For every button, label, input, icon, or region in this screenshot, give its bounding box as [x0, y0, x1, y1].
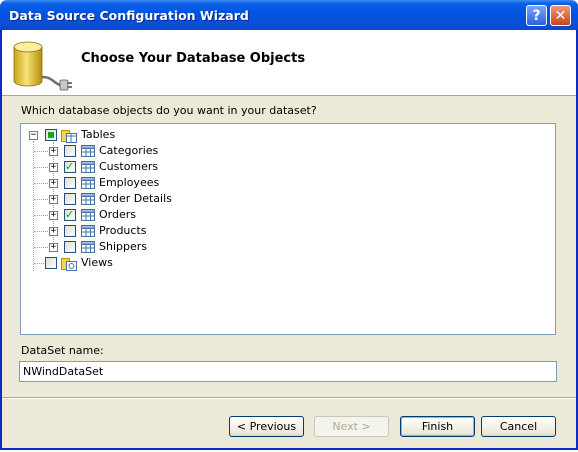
next-button[interactable]: Next >: [314, 416, 389, 437]
tree-node-tables[interactable]: − Tables: [21, 127, 321, 143]
close-button[interactable]: ✕: [550, 5, 571, 26]
expand-icon[interactable]: +: [49, 179, 58, 188]
title-bar[interactable]: Data Source Configuration Wizard ? ✕: [0, 0, 578, 30]
tree-node-label: Customers: [99, 160, 159, 173]
tree-node-table[interactable]: + Shippers: [21, 239, 321, 255]
table-icon: [81, 161, 95, 173]
database-objects-tree[interactable]: − Tables + Categories + ✓ Customers + Em…: [20, 123, 556, 335]
window-title: Data Source Configuration Wizard: [9, 8, 249, 23]
button-separator: [2, 397, 576, 399]
help-button[interactable]: ?: [526, 5, 547, 26]
expand-icon[interactable]: +: [49, 163, 58, 172]
wizard-header: Choose Your Database Objects: [2, 30, 576, 96]
tables-checkbox[interactable]: [45, 129, 57, 141]
table-checkbox[interactable]: [64, 193, 76, 205]
dataset-name-label: DataSet name:: [21, 344, 104, 357]
tree-node-label: Tables: [81, 128, 116, 141]
views-checkbox[interactable]: [45, 257, 57, 269]
table-icon: [81, 145, 95, 157]
expand-icon[interactable]: +: [49, 147, 58, 156]
page-title: Choose Your Database Objects: [81, 51, 306, 66]
tree-node-table[interactable]: + Order Details: [21, 191, 321, 207]
tree-node-table[interactable]: + Orders: [21, 207, 321, 223]
table-icon: [81, 177, 95, 189]
tables-folder-icon: [61, 130, 77, 143]
table-checkbox[interactable]: [64, 225, 76, 237]
table-icon: [81, 241, 95, 253]
tree-node-label: Views: [81, 256, 113, 269]
expand-icon[interactable]: +: [49, 227, 58, 236]
tree-node-label: Employees: [99, 176, 160, 189]
tree-node-label: Order Details: [99, 192, 172, 205]
table-checkbox[interactable]: [64, 207, 76, 223]
question-label: Which database objects do you want in yo…: [21, 104, 317, 117]
collapse-icon[interactable]: −: [29, 131, 38, 140]
tree-node-label: Products: [99, 224, 147, 237]
cancel-button[interactable]: Cancel: [481, 416, 556, 437]
finish-button[interactable]: Finish: [400, 416, 475, 437]
views-folder-icon: [61, 258, 77, 271]
table-checkbox[interactable]: [64, 145, 76, 157]
tree-node-label: Shippers: [99, 240, 147, 253]
table-checkbox[interactable]: [64, 177, 76, 189]
dataset-name-input[interactable]: [19, 361, 557, 382]
tree-node-label: Categories: [99, 144, 159, 157]
tree-node-table[interactable]: + Categories: [21, 143, 321, 159]
expand-icon[interactable]: +: [49, 243, 58, 252]
table-icon: [81, 193, 95, 205]
database-plug-icon: [13, 41, 72, 91]
tree-node-table[interactable]: + Products: [21, 223, 321, 239]
table-checkbox[interactable]: [64, 159, 76, 175]
table-icon: [81, 225, 95, 237]
previous-button[interactable]: < Previous: [229, 416, 304, 437]
tree-node-table[interactable]: + Customers: [21, 159, 321, 175]
table-icon: [81, 209, 95, 221]
expand-icon[interactable]: +: [49, 195, 58, 204]
tree-node-views[interactable]: Views: [21, 255, 321, 271]
expand-icon[interactable]: +: [49, 211, 58, 220]
tree-node-table[interactable]: + Employees: [21, 175, 321, 191]
tree-node-label: Orders: [99, 208, 136, 221]
table-checkbox[interactable]: [64, 241, 76, 253]
